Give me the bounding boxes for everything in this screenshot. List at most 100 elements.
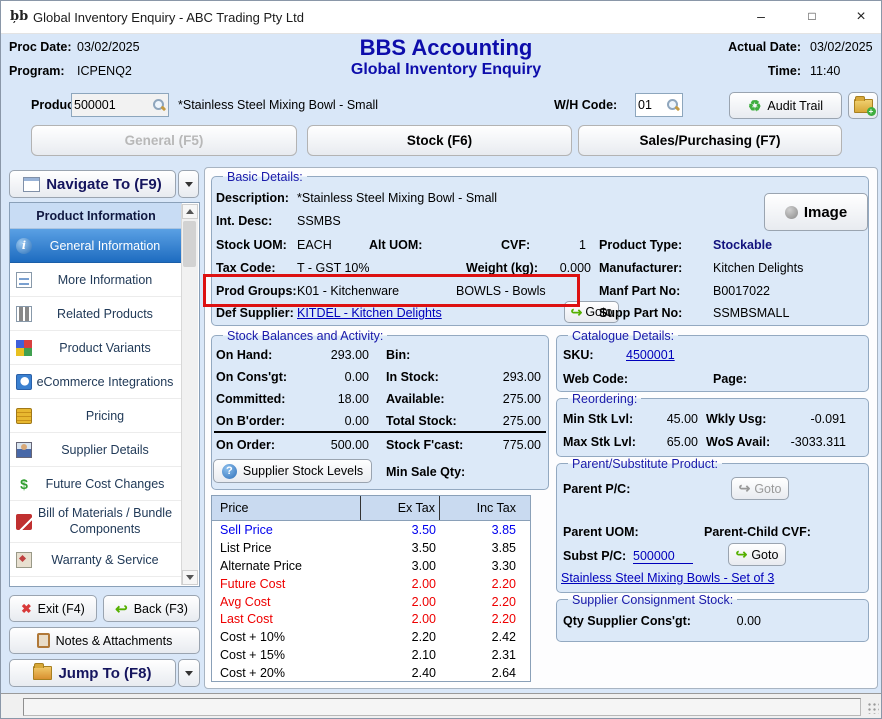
- goto-label: Goto: [751, 548, 778, 562]
- sidebar-item-more-information[interactable]: More Information: [10, 263, 182, 297]
- prod-group-2-value: BOWLS - Bowls: [456, 284, 546, 298]
- app-subtitle: Global Inventory Enquiry: [281, 61, 611, 79]
- price-row-cost-10[interactable]: Cost + 10%2.202.42: [212, 628, 530, 646]
- sidebar-item-general-information[interactable]: i General Information: [10, 229, 182, 263]
- program-label: Program:: [9, 64, 65, 78]
- consignment-legend: Supplier Consignment Stock:: [568, 593, 737, 607]
- price-row-cost-20[interactable]: Cost + 20%2.402.64: [212, 664, 530, 682]
- proc-date-value: 03/02/2025: [77, 40, 140, 54]
- supplier-stock-levels-button[interactable]: ? Supplier Stock Levels: [213, 459, 372, 483]
- tab-sales-purchasing[interactable]: Sales/Purchasing (F7): [578, 125, 842, 156]
- person-icon: [16, 442, 32, 458]
- new-folder-button[interactable]: +: [848, 92, 878, 119]
- stock-fcast-value: 775.00: [456, 438, 541, 452]
- supp-part-label: Supp Part No:: [599, 306, 682, 320]
- minimize-button[interactable]: –: [740, 1, 782, 32]
- sku-link[interactable]: 4500001: [626, 348, 675, 362]
- price-row-last-cost[interactable]: Last Cost2.002.20: [212, 610, 530, 628]
- sidebar-item-bill-of-materials[interactable]: Bill of Materials / Bundle Components: [10, 501, 182, 543]
- goto-arrow-icon: ↪: [571, 304, 583, 321]
- parent-substitute-legend: Parent/Substitute Product:: [568, 457, 722, 471]
- manf-part-value: B0017022: [713, 284, 770, 298]
- catalogue-legend: Catalogue Details:: [568, 329, 678, 343]
- audit-trail-label: Audit Trail: [767, 99, 823, 113]
- wh-code-label: W/H Code:: [554, 98, 617, 112]
- subst-product-link[interactable]: Stainless Steel Mixing Bowls - Set of 3: [561, 571, 774, 585]
- clipboard-icon: [37, 633, 50, 648]
- document-icon: [16, 272, 32, 288]
- reordering-legend: Reordering:: [568, 392, 641, 406]
- stock-uom-label: Stock UOM:: [216, 238, 287, 252]
- product-input[interactable]: [71, 93, 169, 117]
- tab-stock[interactable]: Stock (F6): [307, 125, 572, 156]
- subst-goto-button[interactable]: ↪ Goto: [728, 543, 786, 566]
- wh-code-value-input[interactable]: [636, 98, 666, 112]
- description-label: Description:: [216, 191, 289, 205]
- exit-button[interactable]: ✖ Exit (F4): [9, 595, 97, 622]
- min-stk-lvl-label: Min Stk Lvl:: [563, 412, 633, 426]
- sidebar-item-future-cost-changes[interactable]: $ Future Cost Changes: [10, 467, 182, 501]
- price-row-avg-cost[interactable]: Avg Cost2.002.20: [212, 593, 530, 611]
- product-type-label: Product Type:: [599, 238, 682, 252]
- back-button[interactable]: ↩ Back (F3): [103, 595, 200, 622]
- parent-uom-label: Parent UOM:: [563, 525, 639, 539]
- price-row-list[interactable]: List Price3.503.85: [212, 539, 530, 557]
- product-search-icon[interactable]: [152, 98, 166, 112]
- close-button[interactable]: ×: [840, 1, 882, 32]
- scroll-down-arrow[interactable]: [182, 570, 198, 585]
- on-order-label: On Order:: [216, 438, 275, 452]
- actual-date-label: Actual Date:: [701, 40, 801, 54]
- notes-attachments-button[interactable]: Notes & Attachments: [9, 627, 200, 654]
- committed-value: 18.00: [271, 392, 369, 406]
- maximize-button[interactable]: □: [791, 1, 833, 32]
- resize-grip[interactable]: [867, 702, 879, 714]
- navigate-dropdown-button[interactable]: [178, 170, 199, 198]
- price-row-future-cost[interactable]: Future Cost2.002.20: [212, 575, 530, 593]
- price-table-header: Price Ex Tax Inc Tax: [212, 496, 530, 521]
- tax-code-label: Tax Code:: [216, 261, 276, 275]
- audit-trail-button[interactable]: ♻ Audit Trail: [729, 92, 842, 119]
- tab-general: General (F5): [31, 125, 297, 156]
- scroll-up-arrow[interactable]: [182, 204, 198, 219]
- int-desc-value: SSMBS: [297, 214, 341, 228]
- navigate-icon: [23, 177, 40, 192]
- status-bar: [1, 693, 882, 719]
- sidebar-item-ecommerce-integrations[interactable]: eCommerce Integrations: [10, 365, 182, 399]
- product-code-input[interactable]: [72, 98, 152, 112]
- col-price: Price: [212, 496, 361, 520]
- app-title: BBS Accounting: [281, 35, 611, 61]
- tax-code-value: T - GST 10%: [297, 261, 369, 275]
- price-row-sell[interactable]: Sell Price3.503.85: [212, 521, 530, 539]
- sidebar-item-label: Future Cost Changes: [46, 477, 165, 491]
- total-stock-value: 275.00: [456, 414, 541, 428]
- image-button[interactable]: Image: [764, 193, 868, 231]
- sidebar-item-label: Related Products: [57, 307, 153, 321]
- sidebar-item-pricing[interactable]: Pricing: [10, 399, 182, 433]
- price-row-alternate[interactable]: Alternate Price3.003.30: [212, 557, 530, 575]
- sidebar-item-warranty-service[interactable]: Warranty & Service: [10, 543, 182, 577]
- available-label: Available:: [386, 392, 445, 406]
- subst-pc-link[interactable]: 500000: [633, 549, 693, 564]
- price-table: Price Ex Tax Inc Tax Sell Price3.503.85 …: [211, 495, 531, 682]
- chevron-down-icon: [185, 671, 193, 676]
- navigate-to-button[interactable]: Navigate To (F9): [9, 170, 176, 198]
- jump-to-button[interactable]: Jump To (F8): [9, 659, 176, 687]
- sidebar-item-product-variants[interactable]: Product Variants: [10, 331, 182, 365]
- def-supplier-link[interactable]: KITDEL - Kitchen Delights: [297, 306, 442, 320]
- nav-scrollbar[interactable]: [181, 204, 198, 585]
- basic-details-legend: Basic Details:: [223, 170, 307, 184]
- in-stock-value: 293.00: [456, 370, 541, 384]
- wh-code-input[interactable]: [635, 93, 683, 117]
- wh-search-icon[interactable]: [666, 98, 680, 112]
- time-label: Time:: [701, 64, 801, 78]
- stock-fcast-label: Stock F'cast:: [386, 438, 463, 452]
- sidebar-item-supplier-details[interactable]: Supplier Details: [10, 433, 182, 467]
- sidebar-item-label: Pricing: [86, 409, 124, 423]
- subst-pc-label: Subst P/C:: [563, 549, 626, 563]
- scrollbar-thumb[interactable]: [183, 221, 196, 267]
- jump-dropdown-button[interactable]: [178, 659, 200, 687]
- price-row-cost-15[interactable]: Cost + 15%2.102.31: [212, 646, 530, 664]
- wos-avail-value: -3033.311: [763, 435, 846, 449]
- tools-icon: [16, 514, 32, 530]
- sidebar-item-related-products[interactable]: Related Products: [10, 297, 182, 331]
